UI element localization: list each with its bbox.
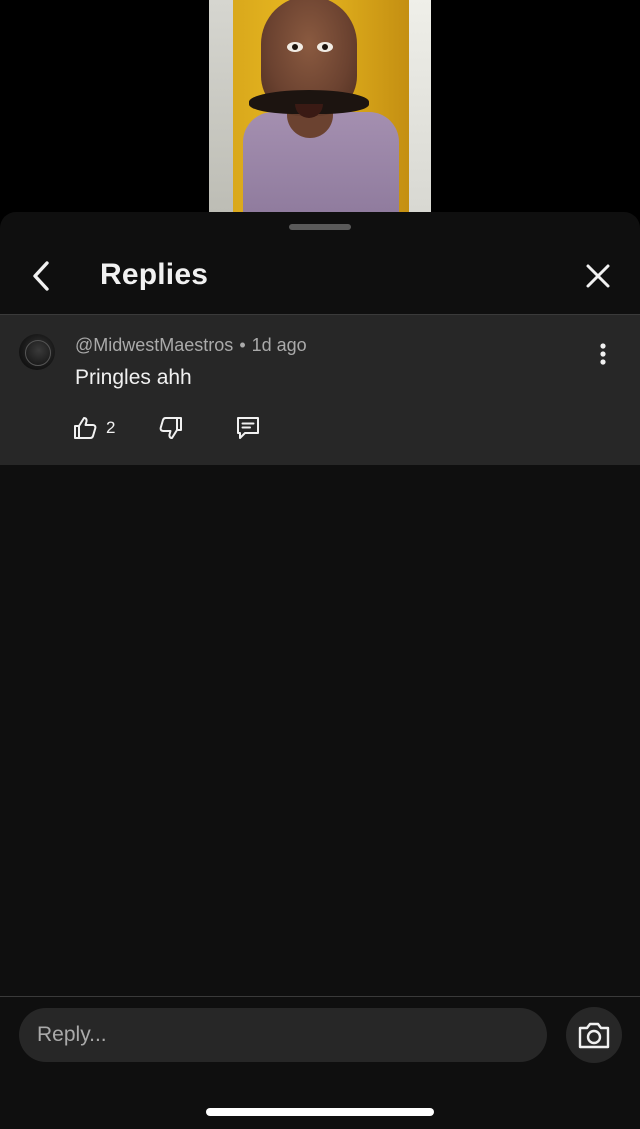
reply-input[interactable] <box>19 1008 547 1062</box>
chevron-left-icon <box>33 261 49 291</box>
video-bg-right <box>409 0 431 212</box>
comment-icon <box>237 417 259 439</box>
comment-item: @MidwestMaestros • 1d ago Pringles ahh 2 <box>0 315 640 465</box>
more-options-button[interactable] <box>588 341 618 367</box>
camera-icon <box>578 1022 610 1049</box>
comment-author[interactable]: @MidwestMaestros <box>75 335 233 355</box>
video-bg-left <box>209 0 233 212</box>
thumbs-down-icon <box>159 417 182 439</box>
comment-text: Pringles ahh <box>75 366 192 389</box>
comment-meta: @MidwestMaestros • 1d ago <box>75 335 307 356</box>
sheet-header: Replies <box>0 242 640 314</box>
like-button[interactable]: 2 <box>72 413 115 443</box>
video-figure-eye <box>287 42 303 52</box>
like-count: 2 <box>106 418 116 437</box>
video-thumbnail[interactable] <box>209 0 431 212</box>
more-vertical-icon <box>600 343 606 365</box>
camera-button[interactable] <box>566 1007 622 1063</box>
video-figure-eye <box>317 42 333 52</box>
avatar[interactable] <box>19 334 55 370</box>
page-title: Replies <box>100 258 209 291</box>
meta-separator: • <box>239 335 246 355</box>
back-button[interactable] <box>22 256 62 296</box>
thumbs-up-icon <box>74 417 97 439</box>
composer-divider <box>0 996 640 997</box>
home-indicator <box>206 1108 434 1116</box>
comment-time: 1d ago <box>251 335 307 355</box>
close-button[interactable] <box>578 256 618 296</box>
close-icon <box>586 264 610 288</box>
reply-button[interactable] <box>234 413 262 443</box>
dislike-button[interactable] <box>158 413 184 443</box>
sheet-grabber[interactable] <box>289 224 351 230</box>
replies-sheet: Replies @MidwestMaestros • 1d ago Pringles… <box>0 212 640 1129</box>
screen: Replies @MidwestMaestros • 1d ago Pringles… <box>0 0 640 1129</box>
avatar-ring <box>25 340 51 366</box>
